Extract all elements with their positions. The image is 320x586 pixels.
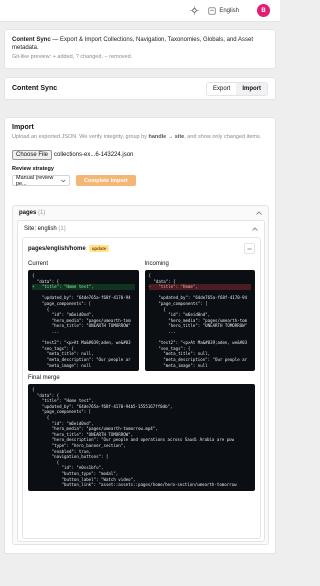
review-strategy-label: Review strategy — [12, 166, 54, 172]
collection-name: pages — [19, 210, 37, 216]
current-column: Current { "data": {+ "title": "Home test… — [28, 261, 139, 372]
code-line: "meta_description": "Our people ar — [148, 356, 248, 362]
collection-header[interactable]: pages (1) — [13, 206, 268, 220]
current-code-block: { "data": {+ "title": "Home test", "upda… — [28, 270, 139, 372]
incoming-column: Incoming { "data": {− "title": "Home", "… — [144, 261, 255, 372]
code-line: "meta_description": "Our people ar — [32, 356, 131, 362]
choose-file-button[interactable]: Choose File — [12, 150, 53, 160]
tab-import[interactable]: Import — [236, 82, 267, 95]
intro-title: Content Sync — [12, 37, 51, 43]
code-line: "button_link": "asset::assets::pages/hom… — [32, 482, 237, 488]
import-desc-emphasis: handle → site — [148, 134, 185, 140]
avatar[interactable]: B — [257, 4, 270, 17]
tab-export[interactable]: Export — [207, 83, 236, 95]
minus-icon — [247, 248, 252, 249]
code-line: "test2": "<p>At Ma&#039;aden, we&#03 — [148, 340, 248, 346]
collection-label: pages (1) — [19, 210, 45, 216]
collection-count: (1) — [38, 210, 46, 216]
intro-text: Content Sync — Export & Import Collectio… — [12, 36, 268, 52]
code-line: "test2": "<p>At Ma&#039;aden, we&#03 — [32, 340, 131, 346]
page-path: pages/english/home — [28, 245, 86, 252]
chevron-up-icon — [256, 211, 262, 215]
import-desc-part: , and show only changed items. — [184, 134, 262, 140]
code-line: "meta_image": null — [32, 362, 92, 368]
file-picker: Choose File collections-ex...6-143224.js… — [12, 150, 268, 160]
final-merge-code-block: { "data": { "title": "Home test", "updat… — [28, 384, 255, 491]
file-name: collections-ex...6-143224.json — [54, 152, 134, 158]
sun-icon[interactable] — [188, 5, 200, 17]
translate-icon — [208, 6, 216, 15]
review-strategy-select[interactable]: Manual (review pe... — [12, 174, 70, 187]
top-bar: English B — [0, 0, 280, 22]
current-label: Current — [28, 261, 49, 267]
site-name: Site: english — [24, 226, 57, 232]
page-item-header: pages/english/home update — [28, 243, 255, 254]
language-selector[interactable]: English — [208, 6, 239, 15]
code-line: "meta_image": null — [148, 362, 208, 368]
complete-import-button[interactable]: Complete Import — [76, 175, 136, 186]
page-diff-item: pages/english/home update Current { "data… — [22, 237, 261, 539]
site-label: Site: english (1) — [24, 226, 66, 232]
diff-legend: Git-like preview: + added, ? changed, − … — [12, 54, 133, 60]
mode-toggle: Export Import — [205, 81, 268, 96]
collapse-button[interactable] — [244, 243, 255, 254]
site-group-english: Site: english (1) pages/english/home upda… — [17, 220, 265, 542]
review-row: Manual (review pe... Complete Import — [12, 174, 268, 187]
site-header[interactable]: Site: english (1) — [18, 221, 264, 237]
page-title: Content Sync — [12, 85, 58, 92]
import-title: Import — [12, 124, 34, 131]
content-sync-header: Content Sync Export Import — [4, 77, 276, 100]
final-merge-label: Final merge — [28, 375, 60, 382]
intro-card: Content Sync — Export & Import Collectio… — [4, 29, 276, 69]
incoming-label: Incoming — [144, 261, 169, 267]
chevron-up-icon — [252, 227, 258, 231]
import-desc-part: Upload an exported JSON. We verify integ… — [12, 134, 149, 140]
diff-columns: Current { "data": {+ "title": "Home test… — [28, 261, 255, 372]
chevron-down-icon — [61, 179, 66, 182]
status-badge: update — [88, 244, 110, 252]
import-panel: Import Upload an exported JSON. We verif… — [4, 117, 276, 554]
collection-group-pages: pages (1) Site: english (1) pages/englis… — [12, 205, 269, 545]
incoming-code-block: { "data": {− "title": "Home", "updated_b… — [144, 270, 255, 372]
language-label: English — [219, 7, 239, 14]
review-strategy-value: Manual (review pe... — [16, 174, 54, 187]
page-path-row: pages/english/home update — [28, 244, 110, 252]
import-description: Upload an exported JSON. We verify integ… — [12, 134, 262, 141]
site-count: (1) — [58, 226, 66, 232]
